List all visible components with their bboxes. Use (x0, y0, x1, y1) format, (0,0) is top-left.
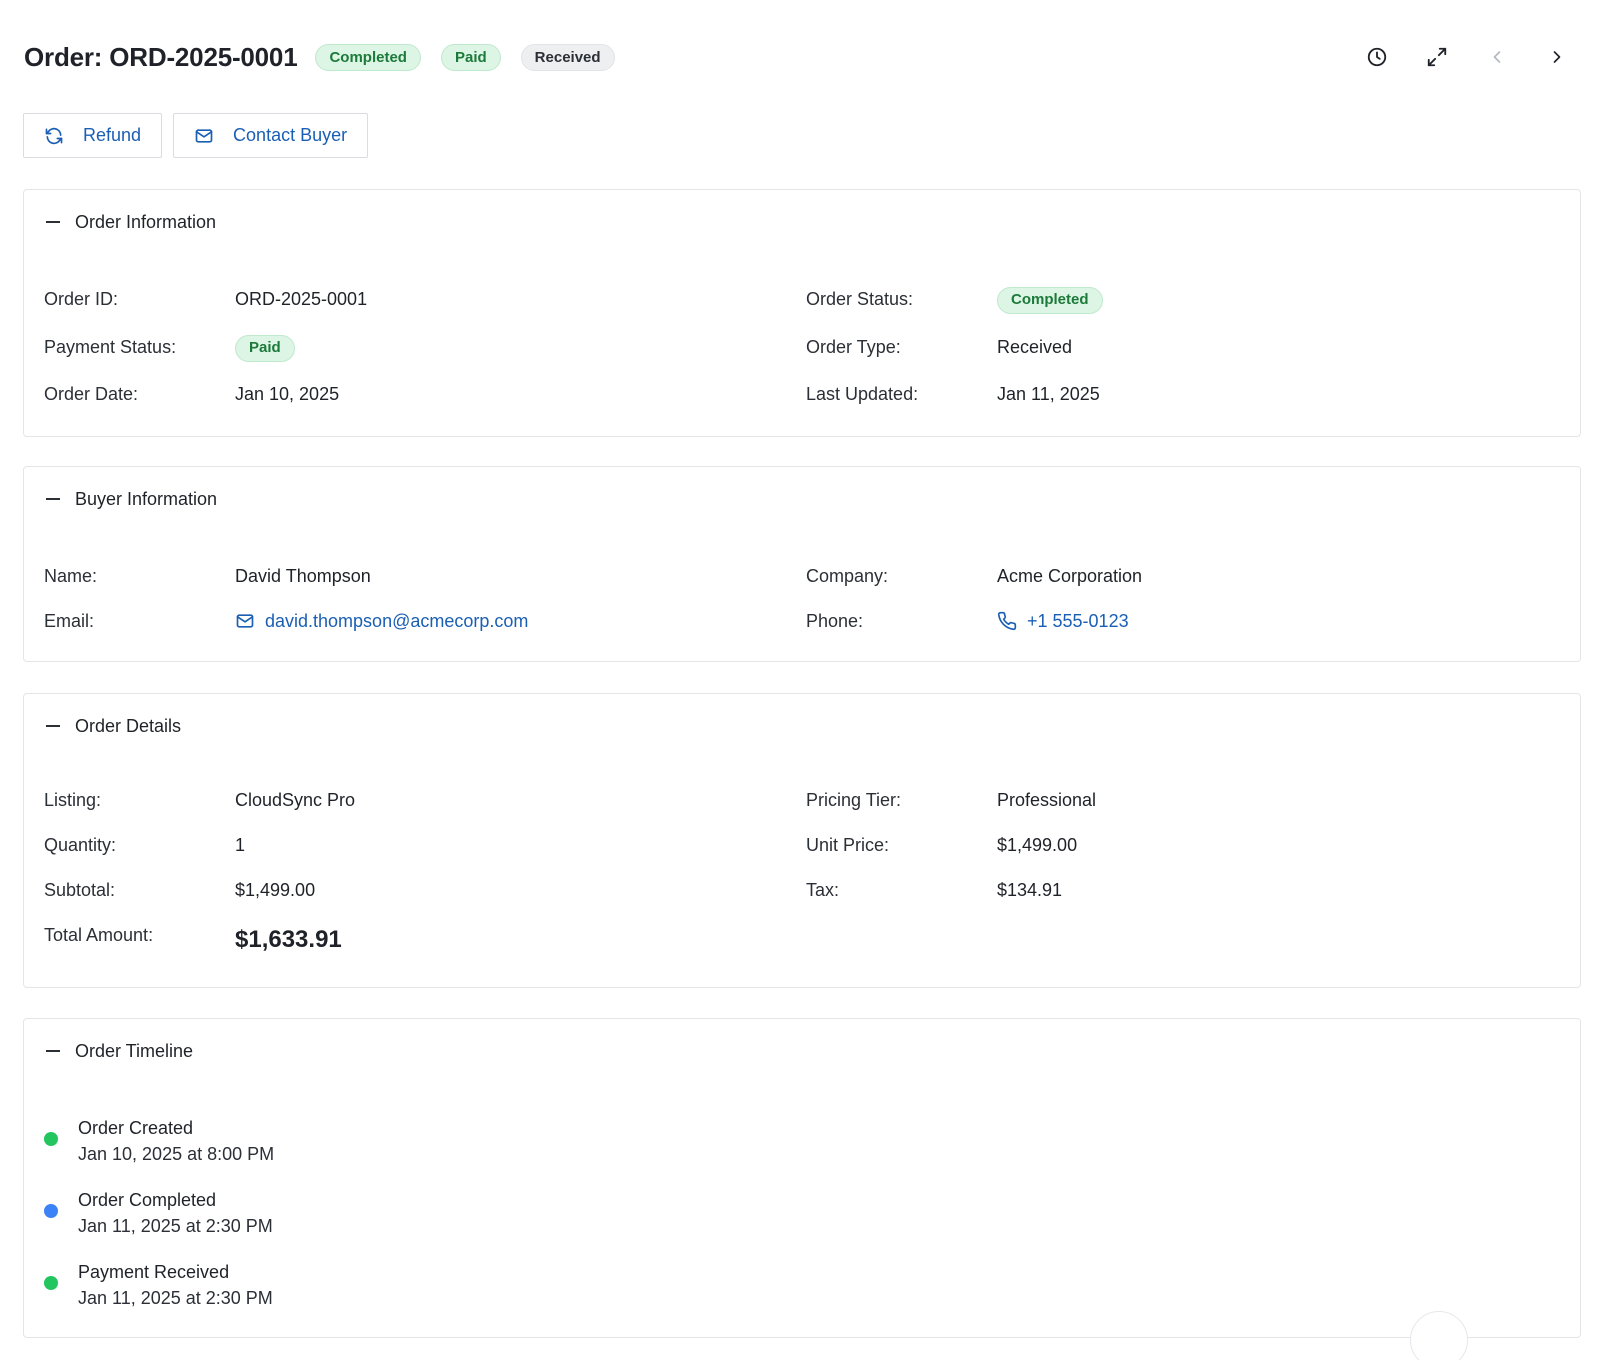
timeline-event-time: Jan 11, 2025 at 2:30 PM (78, 1288, 273, 1308)
contact-buyer-button[interactable]: Contact Buyer (173, 113, 369, 158)
refresh-icon (44, 126, 64, 146)
total-amount-label: Total Amount: (44, 925, 154, 945)
refund-button[interactable]: Refund (23, 113, 163, 158)
email-label: Email: (44, 611, 95, 631)
last-updated-value: Jan 11, 2025 (997, 384, 1100, 404)
order-date-label: Order Date: (44, 384, 139, 404)
subtotal-value: $1,499.00 (235, 880, 316, 900)
info-row: Listing: CloudSync Pro Pricing Tier: Pro… (24, 786, 1580, 814)
order-status-value: Completed (997, 285, 1103, 314)
phone-value: +1 555-0123 (997, 607, 1129, 639)
collapse-icon (46, 221, 60, 223)
timeline-event-time: Jan 10, 2025 at 8:00 PM (78, 1144, 275, 1164)
buyer-information-header[interactable]: Buyer Information (46, 487, 217, 511)
name-label: Name: (44, 566, 98, 586)
order-details-header[interactable]: Order Details (46, 714, 181, 738)
info-row: Subtotal: $1,499.00 Tax: $134.91 (24, 876, 1580, 904)
order-id-label: Order ID: (44, 289, 119, 309)
timeline-dot (44, 1132, 58, 1146)
timeline-dot (44, 1204, 58, 1218)
action-bar: Refund Contact Buyer (23, 113, 379, 158)
order-timeline-card: Order Timeline Order Created Jan 10, 202… (23, 1018, 1581, 1338)
subtotal-label: Subtotal: (44, 880, 116, 900)
pricing-tier-value: Professional (997, 790, 1097, 810)
order-details-card: Order Details Listing: CloudSync Pro Pri… (23, 693, 1581, 988)
info-row: Quantity: 1 Unit Price: $1,499.00 (24, 831, 1580, 859)
phone-link[interactable]: +1 555-0123 (997, 607, 1129, 635)
refund-button-label: Refund (83, 125, 142, 145)
info-row: Email: david.thompson@acmecorp.com Phone… (24, 607, 1580, 635)
timeline-event: Payment Received Jan 11, 2025 at 2:30 PM (44, 1259, 644, 1313)
buyer-information-card: Buyer Information Name: David Thompson C… (23, 466, 1581, 662)
mail-icon (235, 611, 255, 631)
timeline-event-time: Jan 11, 2025 at 2:30 PM (78, 1216, 273, 1236)
status-badge: Completed (997, 286, 1103, 314)
history-icon[interactable] (1356, 36, 1398, 78)
timeline-dot (44, 1276, 58, 1290)
total-amount-value: $1,633.91 (235, 926, 342, 953)
listing-label: Listing: (44, 790, 102, 810)
order-status-badge: Completed (315, 43, 421, 71)
order-id-value: ORD-2025-0001 (235, 289, 368, 309)
listing-value: CloudSync Pro (235, 790, 356, 810)
header-toolbar (1338, 36, 1578, 78)
order-information-card: Order Information Order ID: ORD-2025-000… (23, 189, 1581, 437)
order-type-value: Received (997, 337, 1073, 357)
phone-icon (997, 611, 1017, 631)
info-row: Payment Status: Paid Order Type: Receive… (24, 333, 1580, 362)
email-link-text: david.thompson@acmecorp.com (265, 611, 529, 631)
pricing-tier-label: Pricing Tier: (806, 790, 902, 810)
info-row: Name: David Thompson Company: Acme Corpo… (24, 562, 1580, 590)
order-type-badge: Received (520, 43, 615, 71)
order-information-header[interactable]: Order Information (46, 210, 216, 234)
order-date-value: Jan 10, 2025 (235, 384, 340, 404)
timeline-event-title: Order Created (78, 1118, 194, 1138)
card-title: Buyer Information (75, 488, 218, 509)
timeline-event: Order Created Jan 10, 2025 at 8:00 PM (44, 1115, 644, 1169)
order-status-label: Order Status: (806, 289, 914, 309)
quantity-value: 1 (235, 835, 246, 855)
unit-price-label: Unit Price: (806, 835, 890, 855)
quantity-label: Quantity: (44, 835, 117, 855)
page-title: Order: ORD-2025-0001 (24, 41, 298, 72)
unit-price-value: $1,499.00 (997, 835, 1078, 855)
floating-action-button[interactable] (1410, 1311, 1468, 1360)
order-timeline-header[interactable]: Order Timeline (46, 1039, 193, 1063)
tax-label: Tax: (806, 880, 840, 900)
timeline-event: Order Completed Jan 11, 2025 at 2:30 PM (44, 1187, 644, 1241)
collapse-icon (46, 1050, 60, 1052)
company-value: Acme Corporation (997, 566, 1143, 586)
email-link[interactable]: david.thompson@acmecorp.com (235, 607, 528, 635)
chevron-left-icon[interactable] (1476, 36, 1518, 78)
collapse-icon (46, 498, 60, 500)
chevron-right-icon[interactable] (1536, 36, 1578, 78)
payment-status-badge: Paid (440, 43, 501, 71)
payment-status-label: Payment Status: (44, 337, 177, 357)
email-value: david.thompson@acmecorp.com (235, 607, 528, 639)
status-badge: Paid (235, 334, 295, 362)
info-row: Total Amount: $1,633.91 (24, 921, 1580, 957)
mail-icon (194, 126, 214, 146)
card-title: Order Timeline (75, 1040, 194, 1061)
phone-label: Phone: (806, 611, 864, 631)
card-title: Order Details (75, 715, 182, 736)
timeline-event-title: Payment Received (78, 1262, 230, 1282)
order-type-label: Order Type: (806, 337, 901, 357)
expand-icon[interactable] (1416, 36, 1458, 78)
page-header: Order: ORD-2025-0001 Completed Paid Rece… (24, 36, 1580, 78)
collapse-icon (46, 725, 60, 727)
contact-buyer-button-label: Contact Buyer (233, 125, 348, 145)
phone-link-text: +1 555-0123 (1027, 611, 1129, 631)
tax-value: $134.91 (997, 880, 1063, 900)
card-title: Order Information (75, 211, 217, 232)
info-row: Order ID: ORD-2025-0001 Order Status: Co… (24, 285, 1580, 314)
info-row: Order Date: Jan 10, 2025 Last Updated: J… (24, 380, 1580, 408)
last-updated-label: Last Updated: (806, 384, 919, 404)
name-value: David Thompson (235, 566, 371, 586)
order-detail-page: Order: ORD-2025-0001 Completed Paid Rece… (0, 0, 1604, 1360)
company-label: Company: (806, 566, 889, 586)
payment-status-value: Paid (235, 333, 295, 362)
timeline-event-title: Order Completed (78, 1190, 217, 1210)
